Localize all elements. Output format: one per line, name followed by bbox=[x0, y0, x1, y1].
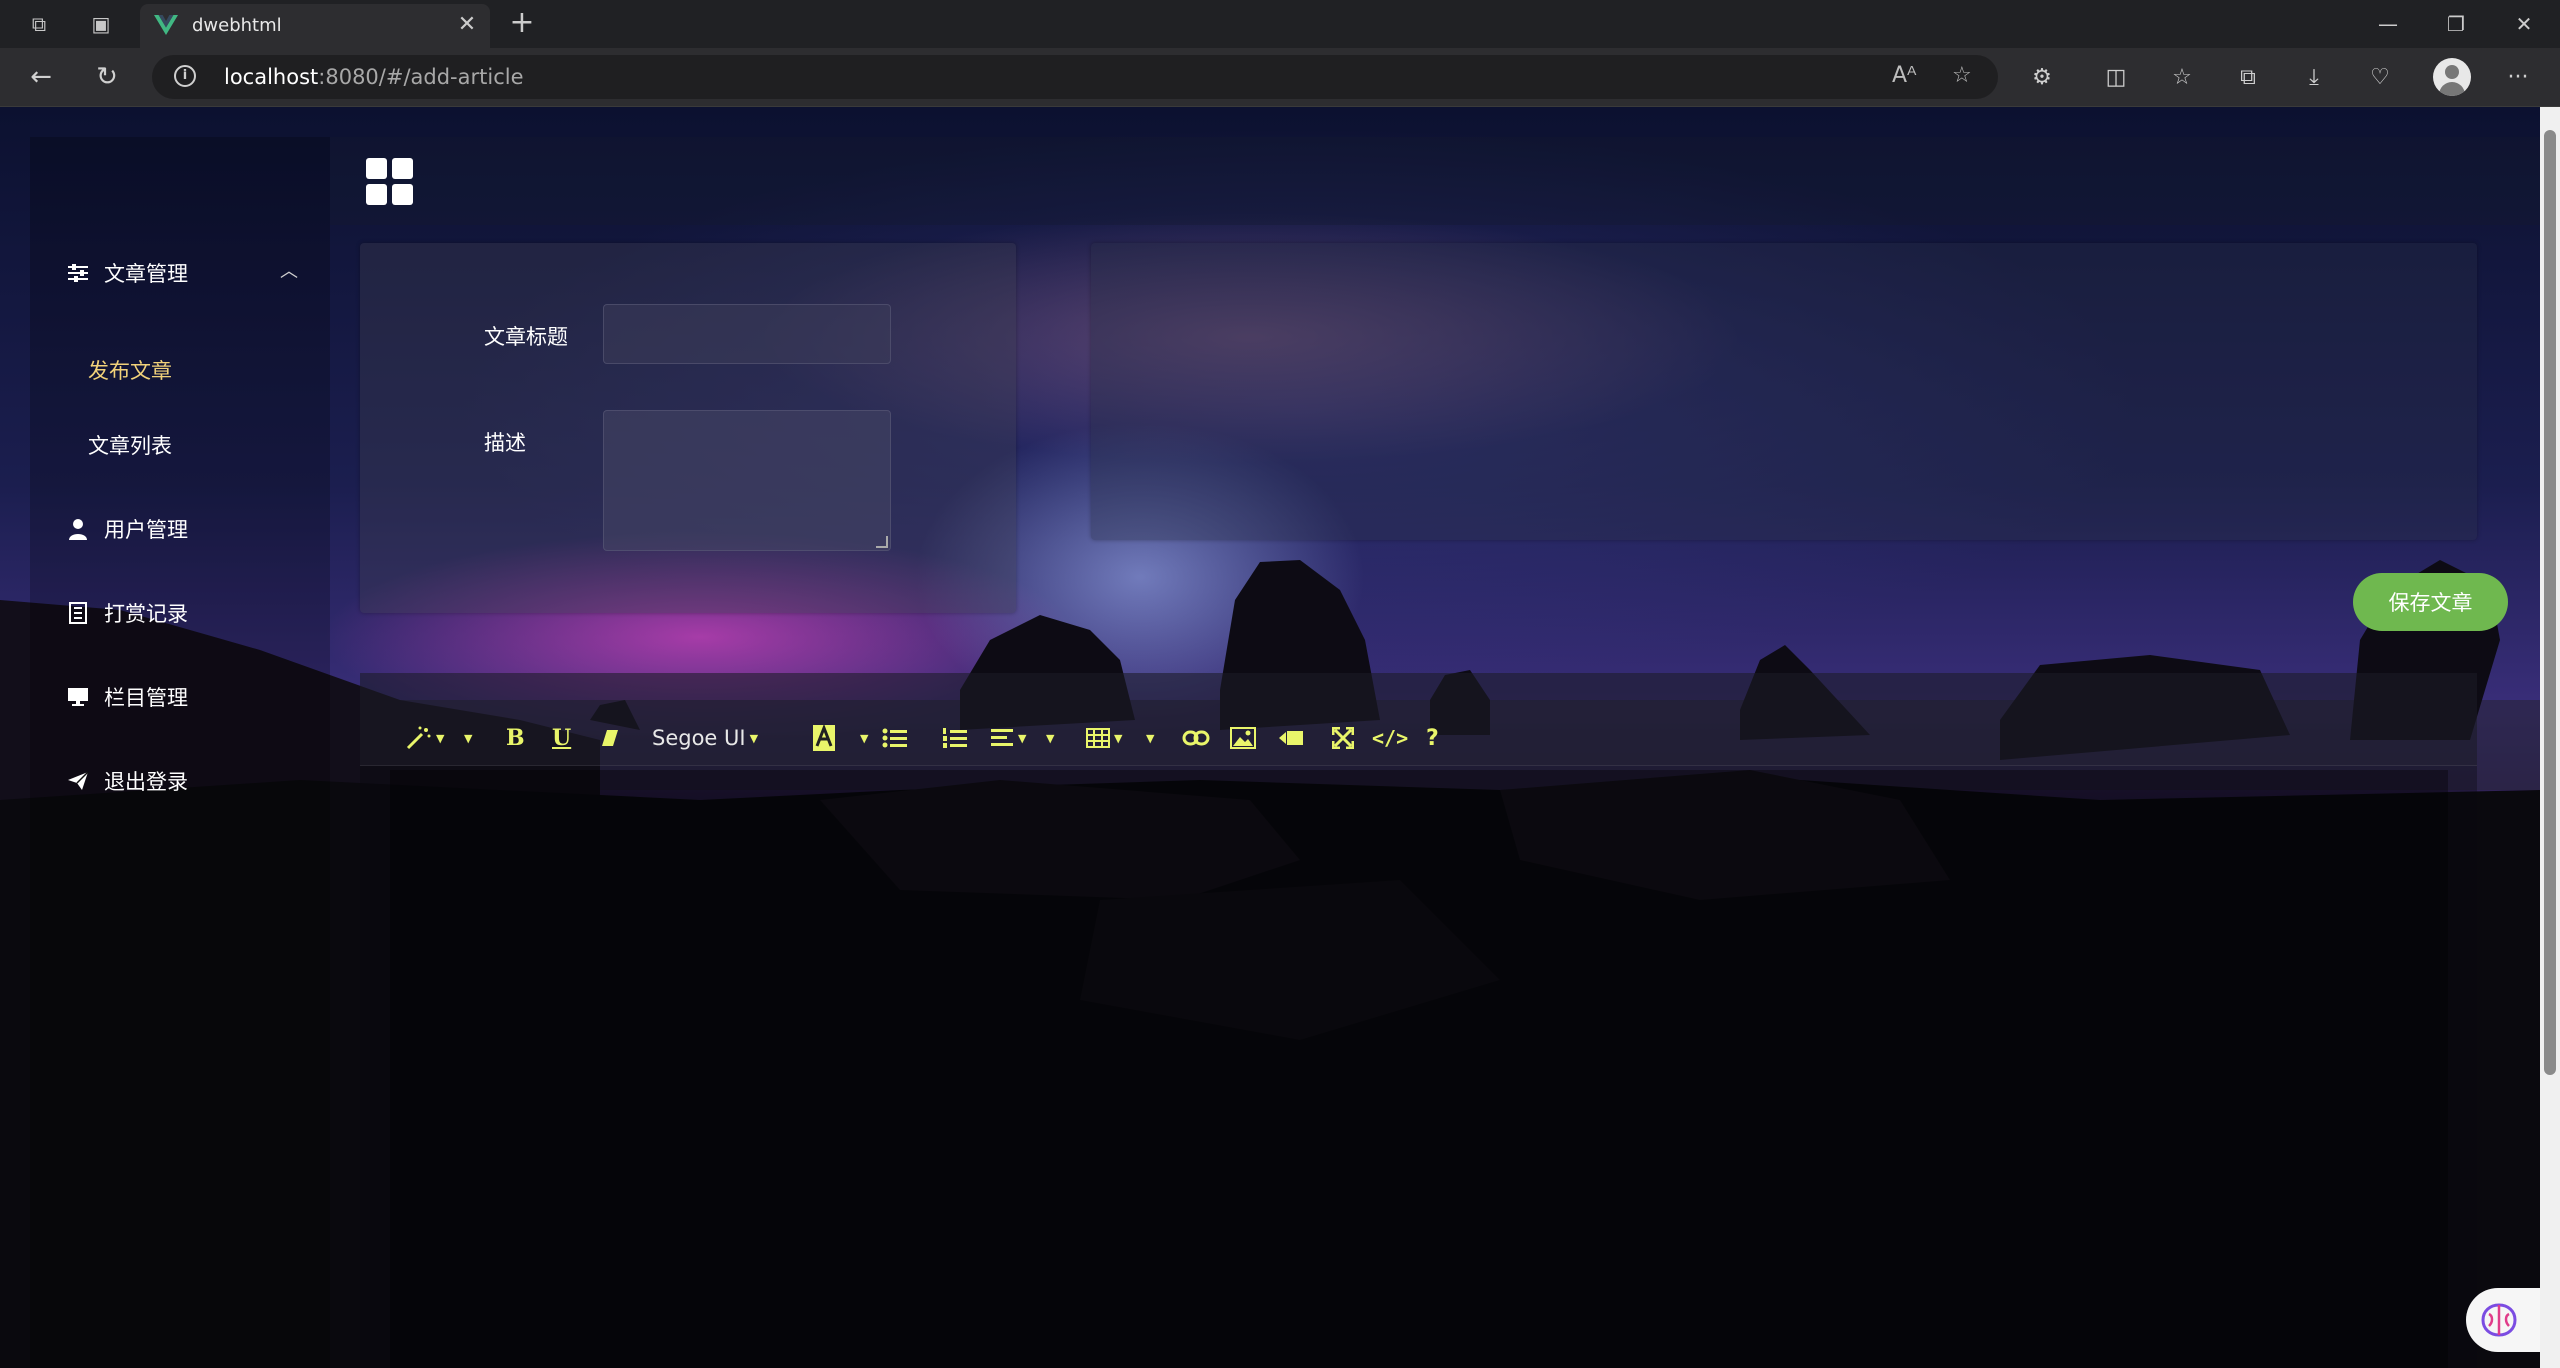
sidebar-item-label: 用户管理 bbox=[104, 518, 188, 542]
save-article-button[interactable]: 保存文章 bbox=[2353, 573, 2508, 631]
menu-group-label: 文章管理 bbox=[104, 262, 188, 286]
collections-icon[interactable]: ⧉ bbox=[2230, 60, 2266, 96]
url-host: localhost bbox=[224, 65, 319, 89]
tab-close-icon[interactable]: ✕ bbox=[454, 12, 480, 38]
image-icon[interactable] bbox=[1230, 720, 1256, 756]
underline-icon[interactable]: U bbox=[552, 720, 571, 756]
page-scrollbar-thumb[interactable] bbox=[2544, 130, 2556, 1075]
chevron-up-icon[interactable]: ︿ bbox=[280, 257, 298, 283]
url-text: localhost:8080/#/add-article bbox=[224, 65, 524, 89]
browser-tab-bar: ⧉ ▣ dwebhtml ✕ + — ❐ ✕ bbox=[0, 0, 2560, 48]
extensions-icon[interactable]: ⚙ bbox=[2024, 60, 2060, 96]
sidebar-item-reward-records[interactable]: 打赏记录 bbox=[66, 593, 188, 633]
fullscreen-icon[interactable] bbox=[1332, 720, 1354, 756]
minimize-icon[interactable]: — bbox=[2366, 8, 2410, 40]
bullet-list-icon[interactable] bbox=[882, 720, 908, 756]
article-title-input[interactable] bbox=[603, 304, 891, 364]
sidebar-item-label: 栏目管理 bbox=[104, 686, 188, 710]
url-path: :8080/#/add-article bbox=[318, 65, 524, 89]
text-color-icon[interactable] bbox=[812, 720, 836, 756]
reload-icon[interactable]: ↻ bbox=[90, 60, 124, 94]
profile-avatar[interactable] bbox=[2433, 58, 2471, 96]
editor-content-area[interactable] bbox=[390, 770, 2448, 1368]
bold-icon[interactable]: B bbox=[506, 720, 525, 756]
back-icon[interactable]: ← bbox=[24, 60, 58, 94]
restore-icon[interactable]: ❐ bbox=[2434, 8, 2478, 40]
align-icon[interactable]: ▼ bbox=[990, 720, 1026, 756]
receipt-icon bbox=[66, 601, 90, 625]
user-icon bbox=[66, 517, 90, 541]
title-label: 文章标题 bbox=[484, 325, 568, 349]
sidebar-item-logout[interactable]: 退出登录 bbox=[66, 761, 188, 801]
browser-essentials-icon[interactable]: ♡ bbox=[2362, 60, 2398, 96]
brain-icon bbox=[2481, 1303, 2517, 1337]
site-info-icon[interactable]: i bbox=[174, 65, 196, 87]
cover-upload-panel[interactable] bbox=[1091, 243, 2477, 540]
numbered-list-icon[interactable] bbox=[942, 720, 968, 756]
code-view-icon[interactable]: </> bbox=[1372, 720, 1408, 756]
workspaces-icon[interactable]: ⧉ bbox=[24, 9, 54, 39]
split-screen-icon[interactable]: ◫ bbox=[2098, 60, 2134, 96]
description-textarea[interactable] bbox=[603, 410, 891, 551]
assistant-widget[interactable] bbox=[2466, 1288, 2540, 1352]
eraser-icon[interactable] bbox=[600, 720, 620, 756]
sidebar-item-article-list[interactable]: 文章列表 bbox=[88, 430, 172, 460]
sidebar-item-publish-article[interactable]: 发布文章 bbox=[88, 355, 172, 385]
text-color-dropdown-icon[interactable]: ▼ bbox=[856, 720, 868, 756]
paragraph-dropdown-icon[interactable]: ▼ bbox=[1042, 720, 1054, 756]
vue-logo-icon bbox=[154, 15, 178, 35]
font-family-label: Segoe UI bbox=[652, 726, 746, 750]
sidebar-item-column-management[interactable]: 栏目管理 bbox=[66, 677, 188, 717]
menu-group-article-management[interactable]: 文章管理 bbox=[66, 253, 188, 293]
resize-handle-icon[interactable] bbox=[876, 536, 888, 548]
style-dropdown-caret-icon[interactable]: ▼ bbox=[460, 720, 472, 756]
sidebar-item-label: 打赏记录 bbox=[104, 602, 188, 626]
top-header bbox=[330, 137, 2540, 225]
favorites-icon[interactable]: ☆ bbox=[2164, 60, 2200, 96]
favorite-star-icon[interactable]: ☆ bbox=[1952, 63, 1972, 88]
tab-actions-icon[interactable]: ▣ bbox=[86, 9, 116, 39]
sliders-icon bbox=[66, 261, 90, 285]
table-icon[interactable]: ▼ bbox=[1086, 720, 1122, 756]
send-icon bbox=[66, 769, 90, 793]
address-bar[interactable]: i localhost:8080/#/add-article Aᴬ ☆ bbox=[152, 55, 1998, 99]
more-menu-icon[interactable]: ··· bbox=[2500, 60, 2536, 96]
new-tab-button[interactable]: + bbox=[506, 8, 538, 40]
video-icon[interactable] bbox=[1278, 720, 1304, 756]
description-label: 描述 bbox=[484, 431, 526, 455]
magic-icon[interactable]: ▼ bbox=[406, 720, 444, 756]
monitor-icon bbox=[66, 685, 90, 709]
read-aloud-icon[interactable]: Aᴬ bbox=[1892, 63, 1917, 88]
sidebar-item-user-management[interactable]: 用户管理 bbox=[66, 509, 188, 549]
help-icon[interactable]: ? bbox=[1426, 720, 1439, 756]
downloads-icon[interactable]: ⤓ bbox=[2296, 60, 2332, 96]
link-icon[interactable] bbox=[1182, 720, 1210, 756]
window-close-icon[interactable]: ✕ bbox=[2502, 8, 2546, 40]
table-dropdown-icon[interactable]: ▼ bbox=[1142, 720, 1154, 756]
grid-menu-icon[interactable] bbox=[366, 158, 414, 206]
sidebar: 文章管理 ︿ 发布文章 文章列表 用户管理 打赏记录 栏目管理 退出登录 bbox=[30, 137, 330, 1368]
tab-title: dwebhtml bbox=[192, 15, 282, 36]
browser-tab[interactable]: dwebhtml ✕ bbox=[140, 4, 490, 48]
sidebar-item-label: 退出登录 bbox=[104, 770, 188, 794]
font-family-select[interactable]: Segoe UI ▼ bbox=[652, 720, 758, 756]
